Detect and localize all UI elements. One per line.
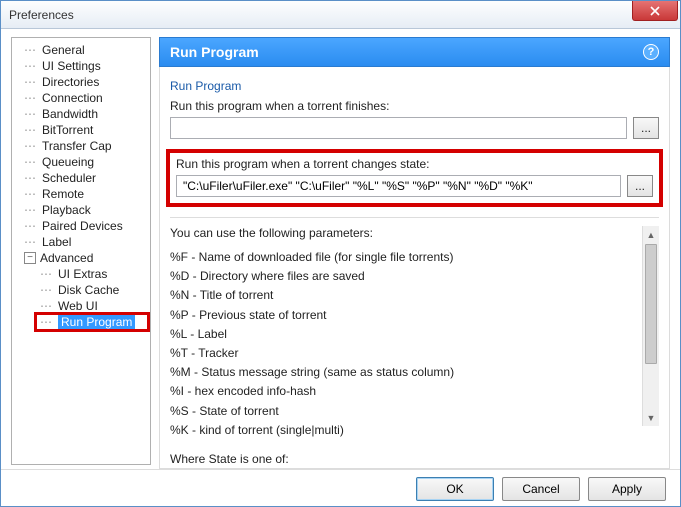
tree-dash-icon: ⋯ (24, 219, 42, 233)
param-line: %M - Status message string (same as stat… (170, 363, 639, 382)
cancel-button[interactable]: Cancel (502, 477, 580, 501)
tree-item-web-ui[interactable]: ⋯Web UI (36, 298, 148, 314)
tree-dash-icon: ⋯ (40, 299, 58, 313)
scroll-down-icon[interactable]: ▼ (643, 409, 659, 426)
param-line: %K - kind of torrent (single|multi) (170, 421, 639, 440)
tree-item-label: General (42, 43, 85, 57)
apply-button[interactable]: Apply (588, 477, 666, 501)
tree-item-label: UI Settings (42, 59, 101, 73)
state-browse-button[interactable]: ... (627, 175, 653, 197)
expander-icon[interactable]: − (24, 252, 36, 264)
finish-label: Run this program when a torrent finishes… (170, 99, 659, 113)
titlebar: Preferences (1, 1, 680, 29)
parameters-section: You can use the following parameters: %F… (170, 217, 659, 426)
tree-item-ui-extras[interactable]: ⋯UI Extras (36, 266, 148, 282)
tree-item-run-program[interactable]: ⋯Run Program (36, 314, 148, 330)
tree-dash-icon: ⋯ (24, 123, 42, 137)
state-input[interactable] (176, 175, 621, 197)
param-line: %N - Title of torrent (170, 286, 639, 305)
tree-dash-icon: ⋯ (24, 75, 42, 89)
param-line: %D - Directory where files are saved (170, 267, 639, 286)
tree-item-label: Scheduler (42, 171, 96, 185)
scroll-up-icon[interactable]: ▲ (643, 226, 659, 243)
scrollbar[interactable]: ▲ ▼ (642, 226, 659, 426)
state-change-highlight: Run this program when a torrent changes … (166, 149, 663, 207)
tree-item-label: Advanced (40, 251, 93, 265)
tree-item-transfer-cap[interactable]: ⋯Transfer Cap (20, 138, 148, 154)
tree-dash-icon: ⋯ (24, 139, 42, 153)
panel-content: Run Program Run this program when a torr… (159, 67, 670, 469)
tree-dash-icon: ⋯ (24, 91, 42, 105)
tree-dash-icon: ⋯ (40, 315, 58, 329)
tree-item-label: Paired Devices (42, 219, 123, 233)
tree-item-label: Bandwidth (42, 107, 98, 121)
close-icon (650, 6, 660, 16)
right-panel: Run Program ? Run Program Run this progr… (159, 37, 670, 469)
panel-title: Run Program (170, 44, 259, 60)
tree-item-label: Label (42, 235, 71, 249)
param-line: %I - hex encoded info-hash (170, 382, 639, 401)
state-row: ... (176, 175, 653, 197)
ok-button[interactable]: OK (416, 477, 494, 501)
tree-item-disk-cache[interactable]: ⋯Disk Cache (36, 282, 148, 298)
tree-item-label: UI Extras (58, 267, 107, 281)
tree-dash-icon: ⋯ (24, 59, 42, 73)
tree-dash-icon: ⋯ (40, 267, 58, 281)
param-line: %T - Tracker (170, 344, 639, 363)
dialog-body: ⋯General⋯UI Settings⋯Directories⋯Connect… (1, 29, 680, 469)
tree-item-label[interactable]: ⋯Label (20, 234, 148, 250)
finish-input[interactable] (170, 117, 627, 139)
tree-item-paired-devices[interactable]: ⋯Paired Devices (20, 218, 148, 234)
finish-row: ... (170, 117, 659, 139)
scroll-thumb[interactable] (645, 244, 657, 364)
tree-item-queueing[interactable]: ⋯Queueing (20, 154, 148, 170)
param-line: %P - Previous state of torrent (170, 306, 639, 325)
parameters-list: %F - Name of downloaded file (for single… (170, 248, 639, 440)
tree-dash-icon: ⋯ (40, 283, 58, 297)
tree-dash-icon: ⋯ (24, 187, 42, 201)
tree-item-label: Directories (42, 75, 99, 89)
tree-item-label: Disk Cache (58, 283, 119, 297)
category-tree[interactable]: ⋯General⋯UI Settings⋯Directories⋯Connect… (11, 37, 151, 465)
tree-item-scheduler[interactable]: ⋯Scheduler (20, 170, 148, 186)
tree-item-general[interactable]: ⋯General (20, 42, 148, 58)
tree-item-ui-settings[interactable]: ⋯UI Settings (20, 58, 148, 74)
tree-item-label: Run Program (58, 315, 135, 329)
tree-item-label: Transfer Cap (42, 139, 112, 153)
close-button[interactable] (632, 1, 678, 21)
tree-dash-icon: ⋯ (24, 43, 42, 57)
where-state-label: Where State is one of: (170, 450, 639, 469)
tree-item-bittorrent[interactable]: ⋯BitTorrent (20, 122, 148, 138)
tree-dash-icon: ⋯ (24, 235, 42, 249)
param-line: %F - Name of downloaded file (for single… (170, 248, 639, 267)
tree-item-label: Queueing (42, 155, 94, 169)
preferences-window: Preferences ⋯General⋯UI Settings⋯Directo… (0, 0, 681, 507)
group-title: Run Program (170, 79, 659, 93)
param-line: %S - State of torrent (170, 402, 639, 421)
help-button[interactable]: ? (643, 44, 659, 60)
tree-dash-icon: ⋯ (24, 107, 42, 121)
tree-item-label: Web UI (58, 299, 98, 313)
tree-dash-icon: ⋯ (24, 203, 42, 217)
parameters-intro: You can use the following parameters: (170, 226, 639, 240)
tree-item-advanced[interactable]: −Advanced (20, 250, 148, 266)
panel-header: Run Program ? (159, 37, 670, 67)
dialog-footer: OK Cancel Apply (1, 469, 680, 507)
param-line: %L - Label (170, 325, 639, 344)
tree-item-label: BitTorrent (42, 123, 93, 137)
state-label: Run this program when a torrent changes … (176, 157, 653, 171)
tree-item-remote[interactable]: ⋯Remote (20, 186, 148, 202)
finish-browse-button[interactable]: ... (633, 117, 659, 139)
tree-item-directories[interactable]: ⋯Directories (20, 74, 148, 90)
tree-item-label: Connection (42, 91, 103, 105)
tree-item-bandwidth[interactable]: ⋯Bandwidth (20, 106, 148, 122)
window-title: Preferences (1, 8, 74, 22)
tree-dash-icon: ⋯ (24, 155, 42, 169)
tree-item-playback[interactable]: ⋯Playback (20, 202, 148, 218)
tree-item-label: Playback (42, 203, 91, 217)
tree-item-label: Remote (42, 187, 84, 201)
tree-item-connection[interactable]: ⋯Connection (20, 90, 148, 106)
tree-dash-icon: ⋯ (24, 171, 42, 185)
parameters-scroll-area: You can use the following parameters: %F… (170, 226, 659, 426)
